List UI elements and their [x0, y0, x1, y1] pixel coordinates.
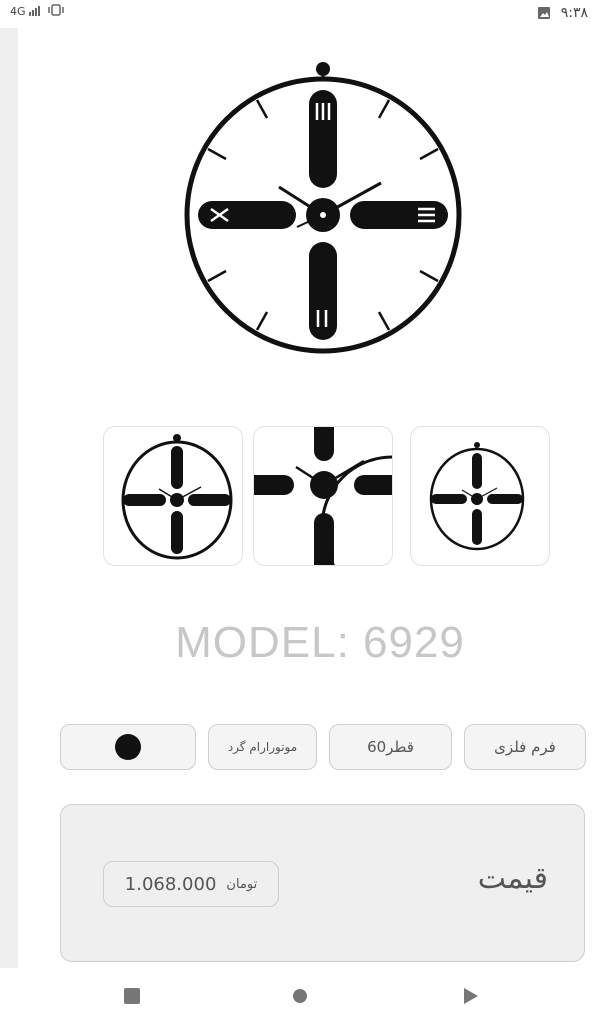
price-card: قیمت 1.068.000 تومان	[60, 804, 585, 962]
product-main-image[interactable]	[150, 55, 490, 375]
status-icons: 4G	[10, 4, 65, 18]
back-icon[interactable]	[462, 987, 480, 1005]
option-motor-label: موتورارام گرد	[227, 740, 298, 754]
recent-apps-icon[interactable]	[123, 987, 141, 1005]
navigation-bar	[0, 968, 600, 1024]
thumbnail-2[interactable]	[253, 426, 393, 566]
status-right: ۹:۳۸	[537, 5, 588, 21]
option-frame[interactable]: فرم فلزی	[464, 724, 586, 770]
model-title: MODEL: 6929	[175, 618, 465, 667]
image-notification-icon	[537, 7, 550, 19]
thumbnail-1[interactable]	[103, 426, 243, 566]
price-label: قیمت	[477, 861, 548, 896]
vibrate-icon	[47, 4, 64, 16]
clock: ۹:۳۸	[560, 5, 588, 21]
signal-icon	[29, 6, 41, 16]
price-box: 1.068.000 تومان	[103, 861, 279, 907]
status-bar: 4G ۹:۳۸	[0, 0, 600, 28]
option-diameter[interactable]: قطر60	[329, 724, 452, 770]
option-diameter-label: قطر60	[367, 738, 414, 756]
home-icon[interactable]	[292, 988, 308, 1004]
price-currency: تومان	[226, 876, 258, 892]
price-value: 1.068.000	[124, 873, 217, 895]
side-edge	[0, 28, 18, 968]
thumbnail-3[interactable]	[410, 426, 550, 566]
option-motor[interactable]: موتورارام گرد	[208, 724, 317, 770]
color-swatch	[115, 734, 141, 760]
option-frame-label: فرم فلزی	[494, 738, 556, 756]
option-color[interactable]	[60, 724, 196, 770]
network-type: 4G	[10, 5, 26, 18]
